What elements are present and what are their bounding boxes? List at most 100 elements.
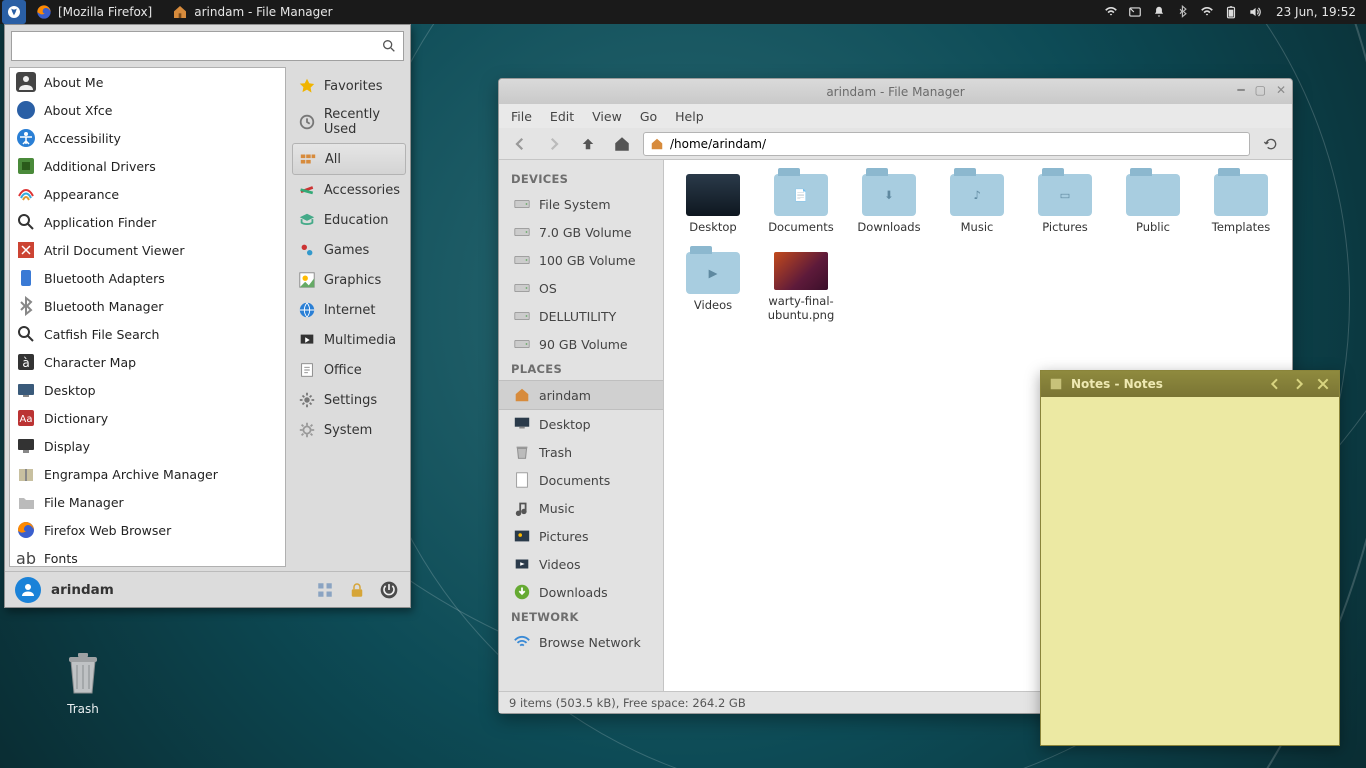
close-button[interactable]: ✕ <box>1276 83 1286 97</box>
app-search-box[interactable] <box>11 31 404 61</box>
panel-clock[interactable]: 23 Jun, 19:52 <box>1276 5 1356 19</box>
category-item[interactable]: Graphics <box>292 265 406 295</box>
nav-forward-button[interactable] <box>541 131 567 157</box>
sidebar-item[interactable]: 90 GB Volume <box>499 330 663 358</box>
sidebar-item[interactable]: DELLUTILITY <box>499 302 663 330</box>
file-item[interactable]: ⬇Downloads <box>854 174 924 234</box>
app-item[interactable]: àCharacter Map <box>10 348 285 376</box>
app-item[interactable]: Bluetooth Manager <box>10 292 285 320</box>
menu-item[interactable]: File <box>511 109 532 124</box>
app-item[interactable]: Atril Document Viewer <box>10 236 285 264</box>
sidebar-icon <box>513 471 531 489</box>
nav-home-button[interactable] <box>609 131 635 157</box>
sidebar-item[interactable]: Videos <box>499 550 663 578</box>
sidebar-item[interactable]: Desktop <box>499 410 663 438</box>
notes-prev-button[interactable] <box>1267 376 1283 392</box>
user-avatar-icon[interactable] <box>15 577 41 603</box>
app-item[interactable]: AaDictionary <box>10 404 285 432</box>
category-item[interactable]: Recently Used <box>292 101 406 143</box>
settings-button[interactable] <box>314 579 336 601</box>
nav-back-button[interactable] <box>507 131 533 157</box>
taskbar-item-file-manager[interactable]: arindam - File Manager <box>162 0 342 24</box>
app-item[interactable]: Application Finder <box>10 208 285 236</box>
category-item[interactable]: Settings <box>292 385 406 415</box>
file-item[interactable]: Desktop <box>678 174 748 234</box>
menu-item[interactable]: Edit <box>550 109 574 124</box>
network-icon[interactable] <box>1198 3 1216 21</box>
category-item[interactable]: All <box>292 143 406 175</box>
app-item[interactable]: Catfish File Search <box>10 320 285 348</box>
menu-item[interactable]: View <box>592 109 622 124</box>
sidebar-item[interactable]: arindam <box>499 380 663 410</box>
category-item[interactable]: Education <box>292 205 406 235</box>
category-item[interactable]: Accessories <box>292 175 406 205</box>
maximize-button[interactable]: ▢ <box>1255 83 1266 97</box>
power-button[interactable] <box>378 579 400 601</box>
category-item[interactable]: Games <box>292 235 406 265</box>
sidebar-item[interactable]: File System <box>499 190 663 218</box>
category-label: Settings <box>324 393 377 408</box>
category-item[interactable]: Office <box>292 355 406 385</box>
taskbar-item-firefox[interactable]: [Mozilla Firefox] <box>26 0 162 24</box>
category-item[interactable]: Multimedia <box>292 325 406 355</box>
file-item[interactable]: ♪Music <box>942 174 1012 234</box>
sidebar-item[interactable]: Downloads <box>499 578 663 606</box>
app-item[interactable]: Additional Drivers <box>10 152 285 180</box>
lock-button[interactable] <box>346 579 368 601</box>
category-item[interactable]: System <box>292 415 406 445</box>
app-item[interactable]: Accessibility <box>10 124 285 152</box>
minimize-button[interactable]: ━ <box>1237 83 1244 97</box>
file-item[interactable]: ▭Pictures <box>1030 174 1100 234</box>
app-item[interactable]: Display <box>10 432 285 460</box>
app-item[interactable]: Firefox Web Browser <box>10 516 285 544</box>
sidebar-item[interactable]: Pictures <box>499 522 663 550</box>
menu-item[interactable]: Help <box>675 109 704 124</box>
app-item[interactable]: Bluetooth Adapters <box>10 264 285 292</box>
location-bar[interactable]: /home/arindam/ <box>643 132 1250 156</box>
wifi-icon[interactable] <box>1102 3 1120 21</box>
app-item[interactable]: abFonts <box>10 544 285 567</box>
nav-up-button[interactable] <box>575 131 601 157</box>
app-item[interactable]: File Manager <box>10 488 285 516</box>
notes-close-button[interactable] <box>1315 376 1331 392</box>
file-item[interactable]: warty-final-ubuntu.png <box>766 252 836 322</box>
app-item[interactable]: Desktop <box>10 376 285 404</box>
sidebar-item[interactable]: Trash <box>499 438 663 466</box>
app-item[interactable]: About Me <box>10 68 285 96</box>
file-item[interactable]: 📄Documents <box>766 174 836 234</box>
app-icon <box>16 296 36 316</box>
desktop-trash[interactable]: Trash <box>48 650 118 716</box>
notes-titlebar[interactable]: Notes - Notes <box>1041 371 1339 397</box>
sidebar-icon <box>513 279 531 297</box>
file-item[interactable]: ▶Videos <box>678 252 748 322</box>
app-item[interactable]: Engrampa Archive Manager <box>10 460 285 488</box>
notification-bell-icon[interactable] <box>1150 3 1168 21</box>
app-item[interactable]: About Xfce <box>10 96 285 124</box>
tablet-icon[interactable] <box>1126 3 1144 21</box>
bluetooth-icon[interactable] <box>1174 3 1192 21</box>
sidebar-icon <box>513 583 531 601</box>
file-item[interactable]: Public <box>1118 174 1188 234</box>
battery-icon[interactable] <box>1222 3 1240 21</box>
sidebar-icon <box>513 555 531 573</box>
category-item[interactable]: Favorites <box>292 71 406 101</box>
menu-item[interactable]: Go <box>640 109 657 124</box>
app-item[interactable]: Appearance <box>10 180 285 208</box>
sidebar-item[interactable]: Documents <box>499 466 663 494</box>
whisker-menu-launcher[interactable] <box>2 0 26 24</box>
volume-icon[interactable] <box>1246 3 1264 21</box>
refresh-button[interactable] <box>1258 131 1284 157</box>
app-search-input[interactable] <box>18 39 381 54</box>
sidebar-item[interactable]: Browse Network <box>499 628 663 656</box>
sidebar-label: Documents <box>539 473 610 488</box>
sidebar-item[interactable]: 100 GB Volume <box>499 246 663 274</box>
sidebar-item[interactable]: OS <box>499 274 663 302</box>
taskbar-item-label: arindam - File Manager <box>194 5 332 19</box>
category-item[interactable]: Internet <box>292 295 406 325</box>
sidebar-item[interactable]: Music <box>499 494 663 522</box>
notes-next-button[interactable] <box>1291 376 1307 392</box>
window-titlebar[interactable]: arindam - File Manager ━ ▢ ✕ <box>499 79 1292 104</box>
file-item[interactable]: Templates <box>1206 174 1276 234</box>
accessories-icon <box>298 181 316 199</box>
sidebar-item[interactable]: 7.0 GB Volume <box>499 218 663 246</box>
